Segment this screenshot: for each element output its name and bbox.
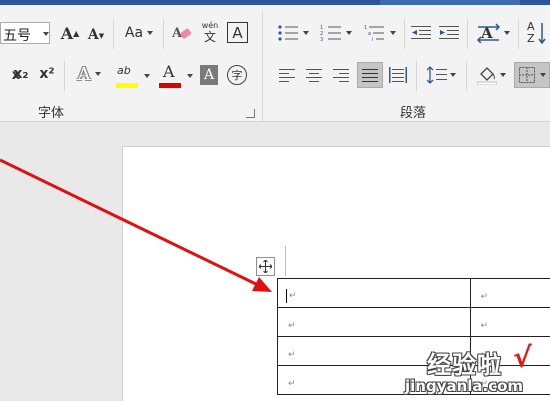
watermark-text: 经验啦: [427, 345, 502, 380]
watermark-url: jingyanla.com: [405, 377, 523, 395]
watermark: 经验啦 √ jingyanla.com: [405, 345, 550, 400]
check-icon: √: [513, 341, 532, 374]
annotation-arrow: [0, 0, 550, 400]
